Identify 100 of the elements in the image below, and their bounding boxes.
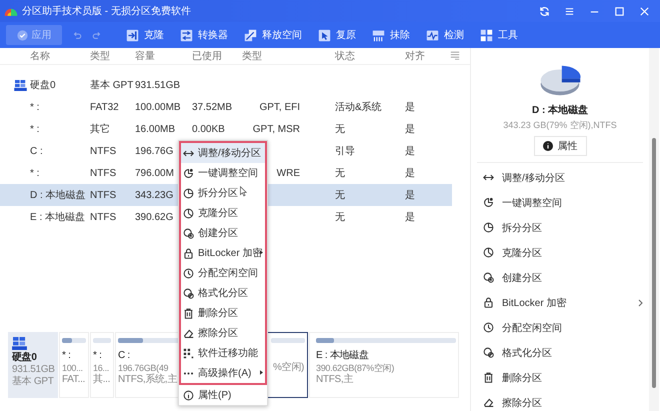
table-cell: NTFS bbox=[90, 168, 116, 178]
action-label: BitLocker 加密 bbox=[502, 296, 566, 310]
column-header[interactable]: 类型 bbox=[242, 49, 300, 63]
table-cell: 796.00M bbox=[135, 168, 174, 178]
column-header[interactable]: 对齐 bbox=[405, 49, 435, 63]
column-header[interactable]: 名称 bbox=[0, 49, 90, 63]
action-item[interactable]: 删除分区 bbox=[471, 365, 649, 390]
lock-icon bbox=[183, 248, 194, 258]
action-item[interactable]: BitLocker 加密 bbox=[471, 290, 649, 315]
pie-slash-icon bbox=[183, 288, 194, 298]
partition-size: %空闲) bbox=[272, 362, 304, 374]
table-cell[interactable]: D : 本地磁盘 bbox=[30, 188, 86, 202]
partition-size: 16... bbox=[93, 362, 110, 374]
toolbar-button[interactable]: 检测 bbox=[418, 24, 472, 46]
pie-chart-icon bbox=[483, 222, 494, 233]
menu-item[interactable]: 调整/移动分区 bbox=[181, 143, 265, 163]
column-header[interactable]: 类型 bbox=[90, 49, 135, 63]
table-cell-text: 引导 bbox=[335, 145, 355, 158]
toolbar-button[interactable]: 转换器 bbox=[172, 24, 236, 46]
refresh-icon[interactable] bbox=[539, 6, 550, 16]
table-cell-text: 是 bbox=[405, 123, 415, 136]
toolbar-button[interactable]: 工具 bbox=[472, 24, 526, 46]
action-item[interactable]: 格式化分区 bbox=[471, 340, 649, 365]
disk-card[interactable]: 硬盘0 931.51GB 基本 GPT bbox=[8, 332, 58, 398]
double-arrow-icon bbox=[483, 172, 494, 183]
table-cell[interactable]: C : bbox=[30, 146, 43, 156]
menu-item[interactable]: 格式化分区 bbox=[181, 283, 265, 303]
action-item[interactable]: 拆分分区 bbox=[471, 215, 649, 240]
menu-item-label: 创建分区 bbox=[198, 226, 238, 240]
partition-block[interactable]: * : 100... FAT... bbox=[59, 332, 89, 398]
table-cell: 0.00KB bbox=[192, 124, 225, 134]
pie-plus-icon bbox=[483, 272, 494, 283]
action-item[interactable]: 擦除分区 bbox=[471, 390, 649, 411]
wave-icon bbox=[426, 28, 439, 42]
toolbar-button[interactable]: 复原 bbox=[310, 24, 364, 46]
partition-info: NTFS,系统,主 bbox=[118, 374, 177, 386]
pie-slash-icon bbox=[483, 347, 494, 358]
arrow-into-box-icon bbox=[126, 28, 139, 42]
column-settings-icon[interactable] bbox=[450, 51, 460, 60]
menu-item-label: 格式化分区 bbox=[198, 286, 248, 300]
partition-name: C : bbox=[118, 350, 130, 362]
pie-clock-icon bbox=[483, 247, 494, 258]
column-header[interactable]: 状态 bbox=[300, 49, 405, 63]
action-item[interactable]: 调整/移动分区 bbox=[471, 165, 649, 190]
scrollbar[interactable] bbox=[649, 48, 659, 411]
partition-name: * : bbox=[62, 350, 71, 362]
properties-button[interactable]: 属性 bbox=[534, 136, 586, 156]
trash-icon bbox=[183, 308, 194, 318]
disk-size: 931.51GB bbox=[12, 364, 54, 376]
action-label: 拆分分区 bbox=[502, 222, 542, 234]
menu-item-label: 拆分分区 bbox=[198, 186, 238, 200]
table-cell: WRE bbox=[276, 168, 300, 178]
action-item[interactable]: 克隆分区 bbox=[471, 240, 649, 265]
table-cell[interactable]: E : 本地磁盘 bbox=[30, 210, 86, 224]
menu-item[interactable]: 创建分区 bbox=[181, 223, 265, 243]
table-cell: 37.52MB bbox=[192, 102, 232, 112]
menu-item[interactable]: 删除分区 bbox=[181, 303, 265, 323]
resize-box-icon bbox=[244, 28, 257, 42]
menu-item-label: 调整/移动分区 bbox=[198, 147, 261, 160]
menu-item[interactable]: 分配空闲空间 bbox=[181, 263, 265, 283]
disk-icon bbox=[12, 337, 27, 350]
lock-icon bbox=[483, 297, 494, 308]
toolbar-button[interactable]: 克隆 bbox=[118, 24, 172, 46]
action-label: 创建分区 bbox=[502, 272, 542, 284]
menu-item[interactable]: 克隆分区 bbox=[181, 203, 265, 223]
eraser-icon bbox=[183, 328, 194, 338]
menu-item[interactable]: 拆分分区 bbox=[181, 183, 265, 203]
tiles-icon bbox=[480, 28, 493, 42]
partition-name: * : bbox=[93, 350, 102, 362]
toolbar-button[interactable]: 抹除 bbox=[364, 24, 418, 46]
table-cell-text: 基本 GPT bbox=[90, 78, 134, 92]
partition-size: 390.62GB(87%空闲) bbox=[316, 362, 394, 374]
table-cell-text: 是 bbox=[405, 167, 415, 180]
table-cell[interactable]: * : bbox=[30, 168, 40, 178]
table-cell: 390.62G bbox=[135, 212, 174, 222]
table-cell[interactable]: 硬盘0 bbox=[30, 78, 56, 92]
partition-info: FAT... bbox=[62, 374, 86, 386]
column-header[interactable]: 容量 bbox=[135, 49, 192, 63]
table-cell-text: 无 bbox=[335, 211, 345, 224]
table-cell: FAT32 bbox=[90, 102, 119, 112]
disk-name: 硬盘0 bbox=[12, 352, 38, 364]
table-cell: GPT, EFI bbox=[259, 102, 300, 112]
action-label: 调整/移动分区 bbox=[502, 172, 565, 184]
action-item[interactable]: 分配空闲空间 bbox=[471, 315, 649, 340]
close-icon[interactable] bbox=[639, 6, 650, 16]
menu-item[interactable]: 一键调整空间 bbox=[181, 163, 265, 183]
action-item[interactable]: 一键调整空间 bbox=[471, 190, 649, 215]
maximize-icon[interactable] bbox=[614, 6, 625, 16]
action-item[interactable]: 创建分区 bbox=[471, 265, 649, 290]
column-header[interactable]: 已使用 bbox=[192, 49, 242, 63]
disk-icon bbox=[14, 80, 27, 90]
table-cell: 100.00MB bbox=[135, 102, 181, 112]
info-icon bbox=[183, 390, 194, 400]
cursor-icon bbox=[240, 186, 247, 197]
table-cell[interactable]: * : bbox=[30, 124, 40, 134]
toolbar-button[interactable]: 释放空间 bbox=[236, 24, 310, 46]
partition-block[interactable]: E : 本地磁盘 390.62GB(87%空闲) NTFS,主 bbox=[309, 332, 459, 398]
partition-block[interactable]: * : 16... 其... bbox=[90, 332, 114, 398]
table-cell[interactable]: * : bbox=[30, 102, 40, 112]
menu-icon[interactable] bbox=[564, 6, 575, 16]
